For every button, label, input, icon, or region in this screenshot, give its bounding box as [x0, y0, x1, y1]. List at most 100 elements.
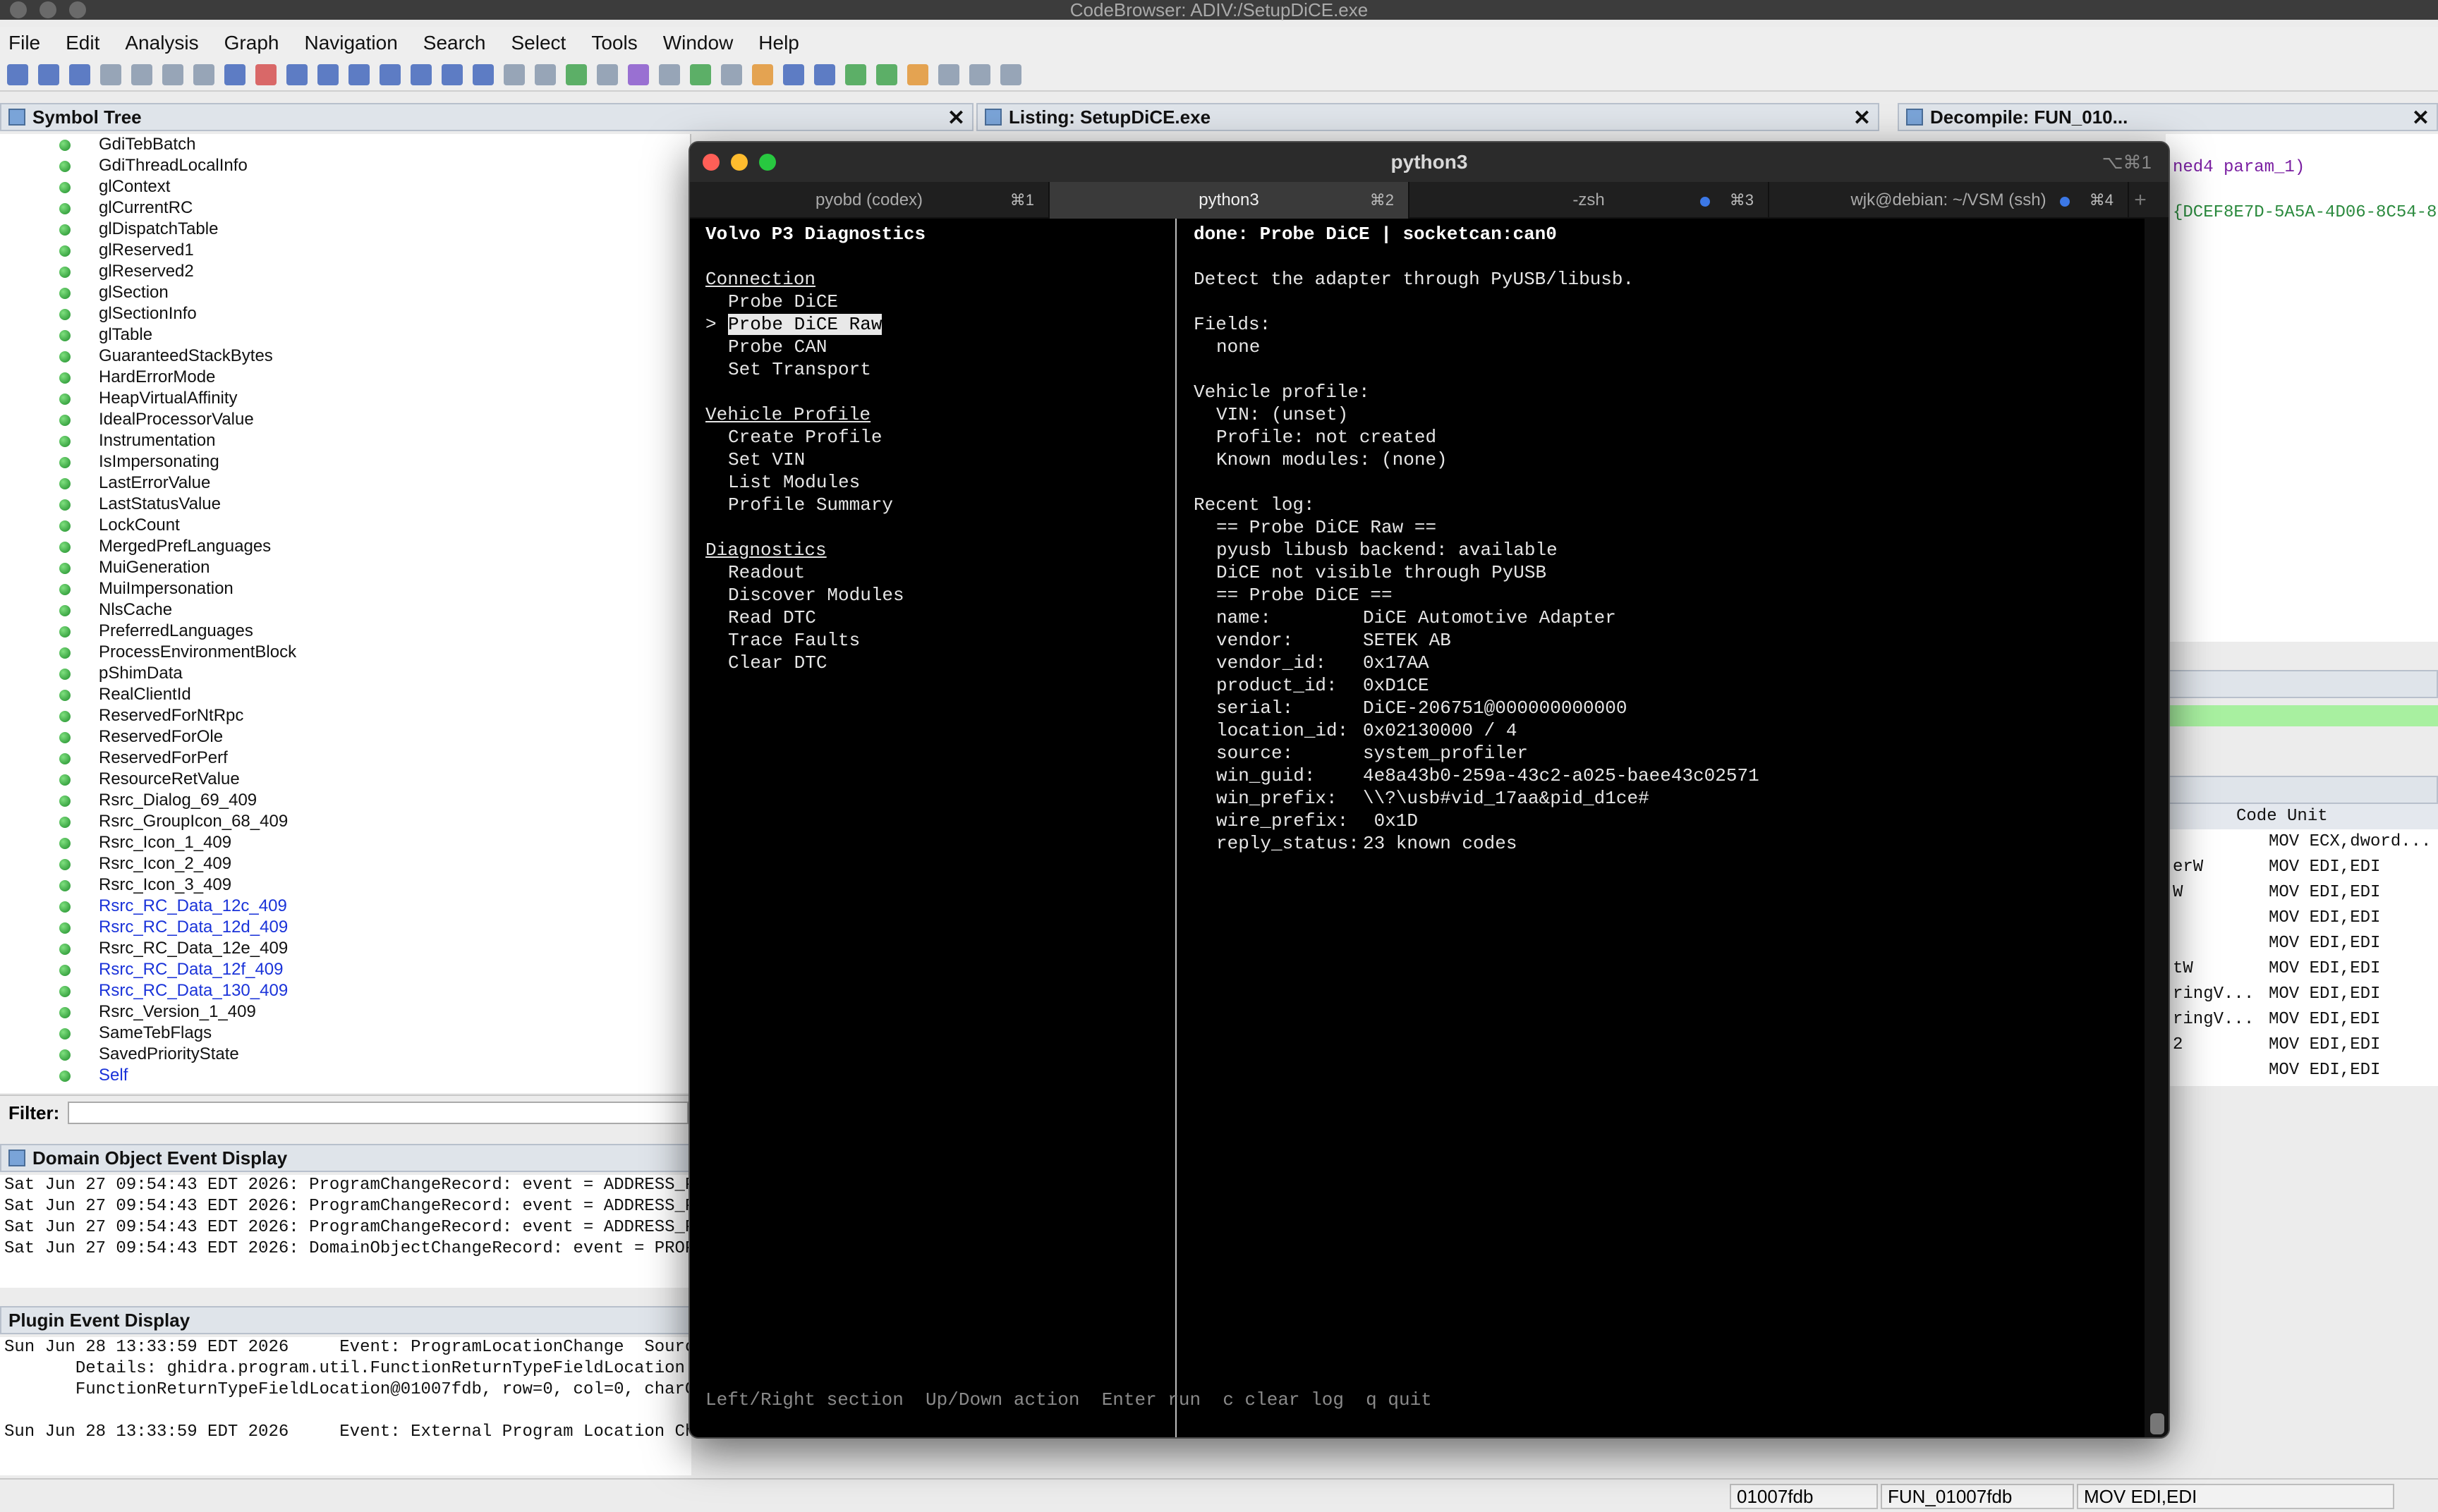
code-unit-row[interactable]: 2 MOV EDI,EDI	[2166, 1032, 2438, 1058]
close-icon[interactable]: ✕	[1853, 106, 1871, 130]
toolbar-icon[interactable]	[380, 64, 401, 85]
menu-item[interactable]: Set Transport	[705, 358, 1175, 381]
symbol-tree-item[interactable]: Rsrc_RC_Data_12d_409	[0, 917, 690, 938]
toolbar-icon[interactable]	[317, 64, 339, 85]
symbol-tree-item[interactable]: Rsrc_Version_1_409	[0, 1001, 690, 1023]
minimize-window-button[interactable]	[731, 154, 748, 171]
toolbar-icon[interactable]	[193, 64, 214, 85]
symbol-tree-item[interactable]: Rsrc_GroupIcon_68_409	[0, 811, 690, 832]
menu-item[interactable]: Clear DTC	[705, 652, 1175, 674]
symbol-tree-item[interactable]: glReserved1	[0, 240, 690, 261]
symbol-tree-item[interactable]: glSection	[0, 282, 690, 303]
toolbar-icon[interactable]	[783, 64, 804, 85]
code-unit-row[interactable]: ringV... MOV EDI,EDI	[2166, 982, 2438, 1007]
menu-section-vehicle-profile[interactable]: Vehicle Profile	[705, 403, 1175, 426]
menu-search[interactable]: Search	[423, 32, 486, 54]
terminal-tab[interactable]: python3 ⌘2	[1050, 182, 1409, 219]
symbol-tree-item[interactable]: MuiGeneration	[0, 557, 690, 578]
code-unit-column-header[interactable]: Code Unit	[2166, 804, 2438, 829]
symbol-tree-item[interactable]: Rsrc_Icon_1_409	[0, 832, 690, 853]
menu-item-selected[interactable]: > Probe DiCE Raw	[705, 313, 1175, 336]
window-controls[interactable]	[10, 1, 86, 18]
symbol-tree-item[interactable]: glDispatchTable	[0, 219, 690, 240]
toolbar-icon[interactable]	[504, 64, 525, 85]
symbol-tree-item[interactable]: HardErrorMode	[0, 367, 690, 388]
symbol-tree-item[interactable]: glTable	[0, 324, 690, 346]
symbol-tree-item[interactable]: glReserved2	[0, 261, 690, 282]
run-icon[interactable]	[845, 64, 866, 85]
code-unit-row[interactable]: MOV EDI,EDI	[2166, 1058, 2438, 1083]
menu-section-diagnostics[interactable]: Diagnostics	[705, 539, 1175, 561]
toolbar-icon[interactable]	[100, 64, 121, 85]
menu-item[interactable]: Probe CAN	[705, 336, 1175, 358]
terminal-tab[interactable]: -zsh ⌘3	[1409, 182, 1769, 219]
menu-section-connection[interactable]: Connection	[705, 268, 1175, 291]
symbol-tree-item[interactable]: SavedPriorityState	[0, 1044, 690, 1065]
code-unit-row[interactable]: W MOV EDI,EDI	[2166, 880, 2438, 906]
code-unit-row[interactable]: MOV ECX,dword...	[2166, 829, 2438, 855]
redo-icon[interactable]	[597, 64, 618, 85]
symbol-tree-item[interactable]: glCurrentRC	[0, 197, 690, 219]
symbol-tree-item[interactable]: pShimData	[0, 663, 690, 684]
menu-select[interactable]: Select	[511, 32, 566, 54]
toolbar-icon[interactable]	[162, 64, 183, 85]
close-window-button[interactable]	[703, 154, 720, 171]
menu-item[interactable]: Probe DiCE	[705, 291, 1175, 313]
terminal-scrollbar[interactable]	[2145, 219, 2169, 1437]
symbol-tree-item[interactable]: ReservedForNtRpc	[0, 705, 690, 726]
terminal-body[interactable]: Volvo P3 Diagnostics Connection Probe DiCE…	[690, 219, 2147, 1437]
symbol-tree-item[interactable]: NlsCache	[0, 599, 690, 621]
toolbar-icon[interactable]	[690, 64, 711, 85]
symbol-tree-item[interactable]: Rsrc_Icon_3_409	[0, 874, 690, 896]
toolbar-icon[interactable]	[286, 64, 308, 85]
symbol-tree-item[interactable]: LastStatusValue	[0, 494, 690, 515]
menu-item[interactable]: Create Profile	[705, 426, 1175, 449]
symbol-tree-item[interactable]: Rsrc_RC_Data_12f_409	[0, 959, 690, 980]
symbol-tree-item[interactable]: RealClientId	[0, 684, 690, 705]
stop-icon[interactable]	[255, 64, 277, 85]
zoom-window-button[interactable]	[759, 154, 776, 171]
new-tab-button[interactable]: +	[2129, 182, 2152, 217]
terminal-tab[interactable]: pyobd (codex) ⌘1	[690, 182, 1050, 219]
menu-item[interactable]: Discover Modules	[705, 584, 1175, 606]
terminal-tab[interactable]: wjk@debian: ~/VSM (ssh) ⌘4	[1769, 182, 2129, 219]
close-icon[interactable]: ✕	[947, 106, 965, 130]
filter-input[interactable]	[68, 1102, 689, 1124]
menu-navigation[interactable]: Navigation	[304, 32, 397, 54]
menu-item[interactable]: List Modules	[705, 471, 1175, 494]
save-icon[interactable]	[7, 64, 28, 85]
symbol-tree-item[interactable]: IsImpersonating	[0, 451, 690, 472]
symbol-tree-item[interactable]: HeapVirtualAffinity	[0, 388, 690, 409]
symbol-tree-item[interactable]: LastErrorValue	[0, 472, 690, 494]
menu-item[interactable]: Profile Summary	[705, 494, 1175, 516]
symbol-tree-item[interactable]: SameTebFlags	[0, 1023, 690, 1044]
symbol-tree-item[interactable]: LockCount	[0, 515, 690, 536]
menu-item[interactable]: Read DTC	[705, 606, 1175, 629]
symbol-tree-item[interactable]: Rsrc_RC_Data_12c_409	[0, 896, 690, 917]
toolbar-icon[interactable]	[907, 64, 928, 85]
code-unit-row[interactable]: tW MOV EDI,EDI	[2166, 956, 2438, 982]
forward-icon[interactable]	[69, 64, 90, 85]
toolbar-icon[interactable]	[969, 64, 990, 85]
code-unit-row[interactable]: erW MOV EDI,EDI	[2166, 855, 2438, 880]
symbol-tree-item[interactable]: Rsrc_RC_Data_130_409	[0, 980, 690, 1001]
toolbar-icon[interactable]	[224, 64, 245, 85]
menu-file[interactable]: File	[8, 32, 40, 54]
symbol-tree-item[interactable]: GuaranteedStackBytes	[0, 346, 690, 367]
symbol-tree-item[interactable]: Rsrc_Icon_2_409	[0, 853, 690, 874]
menu-graph[interactable]: Graph	[224, 32, 279, 54]
symbol-tree-item[interactable]: Rsrc_RC_Data_12e_409	[0, 938, 690, 959]
symbol-tree-item[interactable]: MuiImpersonation	[0, 578, 690, 599]
menu-item[interactable]: Trace Faults	[705, 629, 1175, 652]
toolbar-icon[interactable]	[473, 64, 494, 85]
check-icon[interactable]	[628, 64, 649, 85]
symbol-tree-item[interactable]: MergedPrefLanguages	[0, 536, 690, 557]
toolbar-icon[interactable]	[1000, 64, 1021, 85]
menu-tools[interactable]: Tools	[591, 32, 637, 54]
symbol-tree-item[interactable]: PreferredLanguages	[0, 621, 690, 642]
menu-help[interactable]: Help	[758, 32, 799, 54]
toolbar-icon[interactable]	[721, 64, 742, 85]
symbol-tree-item[interactable]: glSectionInfo	[0, 303, 690, 324]
toolbar-icon[interactable]	[442, 64, 463, 85]
toolbar-icon[interactable]	[814, 64, 835, 85]
